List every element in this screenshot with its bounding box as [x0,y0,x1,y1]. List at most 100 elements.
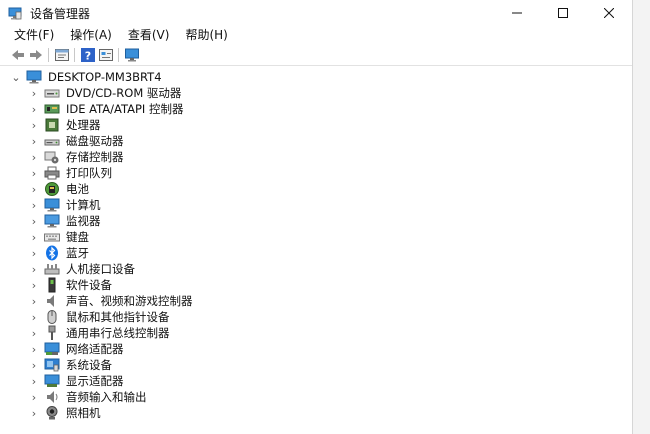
chevron-right-icon[interactable]: › [28,133,40,149]
chevron-right-icon[interactable]: › [28,405,40,421]
chevron-right-icon[interactable]: › [28,389,40,405]
tree-item-label: 系统设备 [66,358,112,372]
tree-item[interactable]: › 显示适配器 [28,373,124,389]
chevron-right-icon[interactable]: › [28,101,40,117]
tree-item-label: 软件设备 [66,278,112,292]
hid-icon [44,264,60,275]
tree-item[interactable]: › 人机接口设备 [28,261,135,277]
chevron-right-icon[interactable]: › [28,245,40,261]
menu-file[interactable]: 文件(F) [6,26,62,44]
tree-item-label: 音频输入和输出 [66,390,147,404]
tree-item[interactable]: › 计算机 [28,197,101,213]
tree-item[interactable]: › DVD/CD-ROM 驱动器 [28,85,182,101]
tree-item[interactable]: › 监视器 [28,213,101,229]
title-bar[interactable]: 设备管理器 [0,0,632,26]
tree-item-label: 显示适配器 [66,374,124,388]
chevron-right-icon[interactable]: › [28,341,40,357]
tree-item[interactable]: › 音频输入和输出 [28,389,147,405]
toolbar-separator [74,48,75,62]
ide-controller-icon [44,104,60,114]
chevron-right-icon[interactable]: › [28,357,40,373]
background-window-edge [632,0,650,434]
properties-icon[interactable] [54,47,70,63]
tree-item-label: 网络适配器 [66,342,124,356]
tree-item-label: 鼠标和其他指针设备 [66,310,170,324]
minimize-button[interactable] [494,0,540,26]
menu-action[interactable]: 操作(A) [62,26,120,44]
chevron-right-icon[interactable]: › [28,149,40,165]
device-view-icon[interactable] [98,47,114,63]
monitor-icon [44,214,60,228]
back-arrow-icon[interactable] [10,47,26,63]
chevron-down-icon[interactable]: ⌄ [10,69,22,85]
menu-view[interactable]: 查看(V) [120,26,178,44]
tree-item[interactable]: › 处理器 [28,117,101,133]
tree-item-label: 打印队列 [66,166,112,180]
tree-item-label: 通用串行总线控制器 [66,326,170,340]
tree-item[interactable]: › 蓝牙 [28,245,89,261]
tree-item-label: 蓝牙 [66,246,89,260]
chevron-right-icon[interactable]: › [28,85,40,101]
chevron-right-icon[interactable]: › [28,165,40,181]
tree-item[interactable]: › IDE ATA/ATAPI 控制器 [28,101,184,117]
audio-io-icon [47,391,58,403]
close-icon [604,8,614,18]
disk-drive-icon [44,139,60,146]
device-manager-window: 设备管理器 文件(F) 操作(A) 查看(V) 帮助(H) ? ⌄ DESKTO… [0,0,632,434]
tree-item[interactable]: › 存储控制器 [28,149,124,165]
tree-root[interactable]: ⌄ DESKTOP-MM3BRT4 [10,69,162,85]
toolbar-separator [118,48,119,62]
tree-item[interactable]: › 软件设备 [28,277,112,293]
help-icon[interactable]: ? [80,47,96,63]
chevron-right-icon[interactable]: › [28,117,40,133]
maximize-button[interactable] [540,0,586,26]
close-button[interactable] [586,0,632,26]
tree-item[interactable]: › 照相机 [28,405,101,421]
chevron-right-icon[interactable]: › [28,309,40,325]
camera-icon [46,406,58,420]
chevron-right-icon[interactable]: › [28,325,40,341]
tree-item[interactable]: › 电池 [28,181,89,197]
chevron-right-icon[interactable]: › [28,277,40,293]
chevron-right-icon[interactable]: › [28,293,40,309]
chevron-right-icon[interactable]: › [28,213,40,229]
chevron-right-icon[interactable]: › [28,229,40,245]
network-adapter-icon [44,342,60,355]
tree-item[interactable]: › 键盘 [28,229,89,245]
tree-item[interactable]: › 打印队列 [28,165,112,181]
tree-item[interactable]: › 系统设备 [28,357,112,373]
tree-item-label: 人机接口设备 [66,262,135,276]
tree-item-label: 磁盘驱动器 [66,134,124,148]
tree-root-label: DESKTOP-MM3BRT4 [48,70,162,84]
tree-item-label: IDE ATA/ATAPI 控制器 [66,102,184,116]
tree-item[interactable]: › 网络适配器 [28,341,124,357]
tree-item[interactable]: › 通用串行总线控制器 [28,325,170,341]
tree-item[interactable]: › 声音、视频和游戏控制器 [28,293,193,309]
chevron-right-icon[interactable]: › [28,197,40,213]
speaker-icon [47,295,54,307]
menu-help[interactable]: 帮助(H) [177,26,235,44]
display-adapter-icon [44,374,60,387]
bluetooth-icon [46,245,58,261]
tree-item-label: 照相机 [66,406,101,420]
keyboard-icon [44,233,60,242]
storage-controller-icon [44,151,59,164]
usb-icon [48,325,56,340]
tree-item[interactable]: › 磁盘驱动器 [28,133,124,149]
printer-icon [44,166,60,180]
system-device-icon [44,358,60,372]
tree-item-label: DVD/CD-ROM 驱动器 [66,86,182,100]
maximize-icon [558,8,568,18]
computer-icon [44,198,60,212]
window-title: 设备管理器 [30,7,91,21]
dvd-drive-icon [44,89,60,98]
chevron-right-icon[interactable]: › [28,181,40,197]
chevron-right-icon[interactable]: › [28,261,40,277]
tree-item[interactable]: › 鼠标和其他指针设备 [28,309,170,325]
computer-icon [26,70,42,84]
processor-icon [45,118,59,132]
forward-arrow-icon[interactable] [28,47,44,63]
chevron-right-icon[interactable]: › [28,373,40,389]
monitor-scan-icon[interactable] [124,47,140,63]
menu-bar: 文件(F) 操作(A) 查看(V) 帮助(H) [0,26,632,44]
